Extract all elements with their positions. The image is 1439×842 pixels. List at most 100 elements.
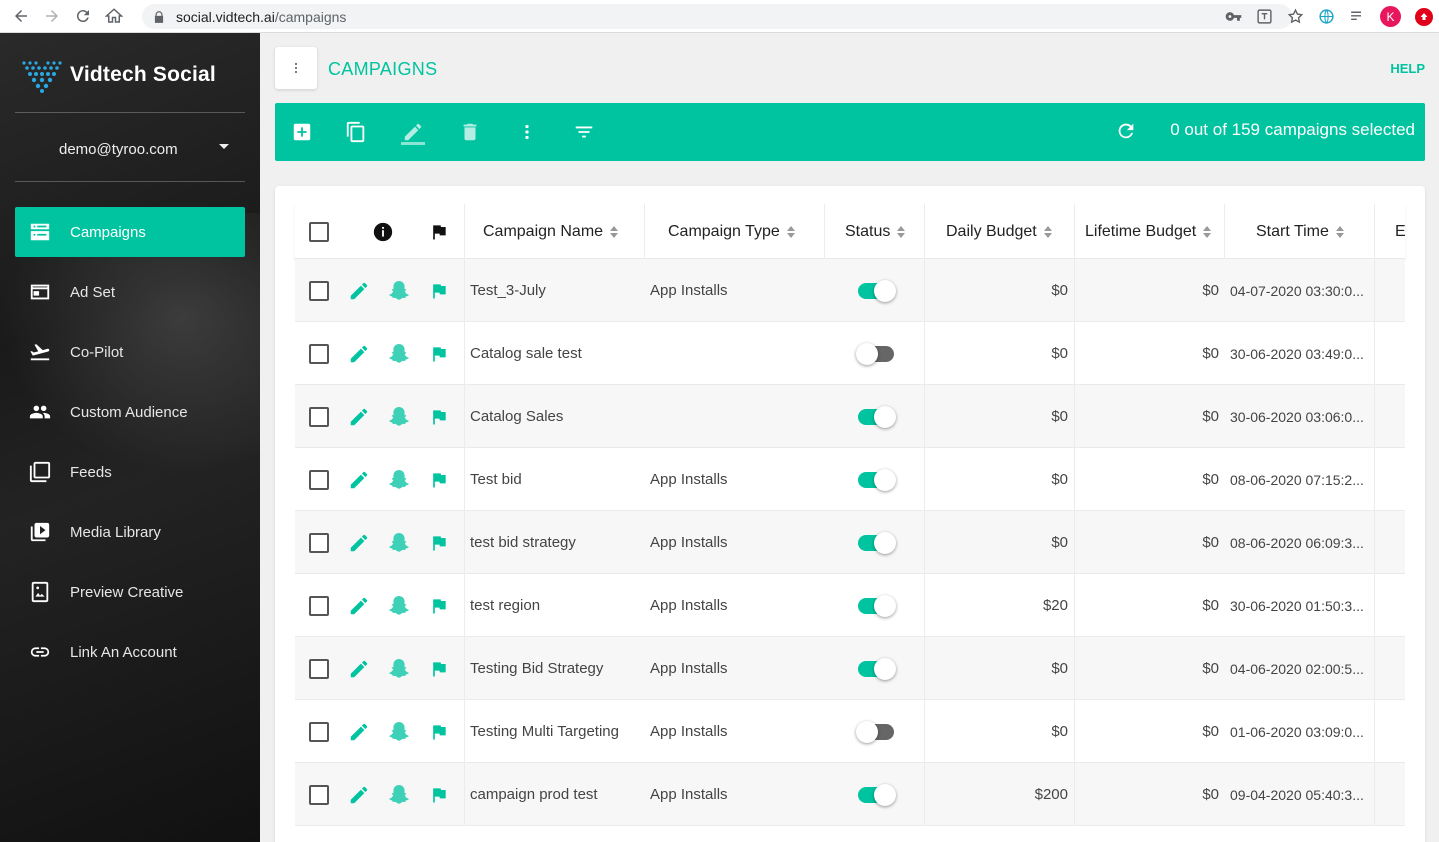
url-text: social.vidtech.ai/campaigns: [176, 8, 347, 25]
row-checkbox[interactable]: [309, 448, 329, 511]
flag-icon[interactable]: [429, 763, 465, 826]
flag-icon[interactable]: [429, 637, 465, 700]
sidebar-item-link-an-account[interactable]: Link An Account: [15, 627, 245, 677]
extension-globe-icon[interactable]: [1318, 8, 1335, 25]
status-toggle[interactable]: [825, 322, 925, 385]
flag-icon[interactable]: [429, 511, 465, 574]
status-toggle[interactable]: [825, 763, 925, 826]
flag-icon[interactable]: [429, 204, 465, 259]
edit-pencil-icon[interactable]: [348, 700, 370, 763]
status-toggle[interactable]: [825, 385, 925, 448]
lifetime-budget-cell: $0: [1202, 660, 1219, 677]
edit-pencil-icon[interactable]: [348, 637, 370, 700]
status-toggle[interactable]: [825, 574, 925, 637]
key-icon[interactable]: [1225, 8, 1242, 25]
column-lifetime-budget[interactable]: Lifetime Budget: [1075, 204, 1225, 259]
brand[interactable]: Vidtech Social: [20, 57, 216, 93]
flag-icon[interactable]: [429, 385, 465, 448]
flag-icon[interactable]: [429, 322, 465, 385]
edit-pencil-icon[interactable]: [348, 259, 370, 322]
help-link[interactable]: HELP: [1390, 61, 1425, 76]
back-icon[interactable]: [11, 6, 31, 26]
flag-icon[interactable]: [429, 448, 465, 511]
column-campaign-type[interactable]: Campaign Type: [645, 204, 825, 259]
flag-icon[interactable]: [429, 259, 465, 322]
sidebar-item-campaigns[interactable]: Campaigns: [15, 207, 245, 257]
status-toggle[interactable]: [825, 448, 925, 511]
sidebar-item-ad-set[interactable]: Ad Set: [15, 267, 245, 317]
campaign-type-cell: App Installs: [650, 660, 728, 677]
status-toggle[interactable]: [825, 511, 925, 574]
caret-down-icon: [219, 144, 229, 149]
campaign-name-cell[interactable]: Testing Bid Strategy: [470, 637, 645, 700]
row-checkbox[interactable]: [309, 511, 329, 574]
add-campaign-button[interactable]: [282, 112, 322, 152]
table-row: test region App Installs $20 $0 30-06-20…: [295, 574, 1405, 637]
sidebar-item-custom-audience[interactable]: Custom Audience: [15, 387, 245, 437]
campaign-name-cell[interactable]: campaign prod test: [470, 763, 645, 826]
campaign-name-cell[interactable]: Testing Multi Targeting: [470, 700, 645, 763]
column-daily-budget[interactable]: Daily Budget: [925, 204, 1075, 259]
column-start-time[interactable]: Start Time: [1225, 204, 1375, 259]
status-toggle[interactable]: [825, 259, 925, 322]
campaign-name-cell[interactable]: test region: [470, 574, 645, 637]
extension-upload-icon[interactable]: [1415, 7, 1433, 26]
refresh-button[interactable]: [1115, 120, 1137, 142]
campaign-name-cell[interactable]: Test bid: [470, 448, 645, 511]
start-time-cell: 08-06-2020 06:09:3...: [1225, 511, 1375, 574]
edit-pencil-icon[interactable]: [348, 448, 370, 511]
flag-icon[interactable]: [429, 574, 465, 637]
delete-button[interactable]: [450, 112, 490, 152]
row-checkbox[interactable]: [309, 322, 329, 385]
campaign-type-cell: [650, 385, 825, 448]
reload-icon[interactable]: [73, 6, 93, 26]
campaign-name-cell[interactable]: Catalog sale test: [470, 322, 645, 385]
sidebar-item-media-library[interactable]: Media Library: [15, 507, 245, 557]
duplicate-button[interactable]: [336, 112, 376, 152]
forward-icon[interactable]: [42, 6, 62, 26]
snapchat-ghost-icon: [387, 574, 411, 637]
column-end-time[interactable]: E: [1375, 204, 1415, 259]
reading-list-icon[interactable]: [1349, 8, 1366, 25]
edit-pencil-icon[interactable]: [348, 385, 370, 448]
profile-avatar[interactable]: K: [1380, 6, 1401, 27]
campaign-name-cell[interactable]: Catalog Sales: [470, 385, 645, 448]
ad-set-icon: [29, 281, 51, 303]
column-status[interactable]: Status: [825, 204, 925, 259]
sidebar-item-feeds[interactable]: Feeds: [15, 447, 245, 497]
home-icon[interactable]: [104, 6, 124, 26]
lifetime-budget-cell: $0: [1202, 408, 1219, 425]
edit-pencil-icon[interactable]: [348, 763, 370, 826]
row-checkbox[interactable]: [309, 259, 329, 322]
column-campaign-name[interactable]: Campaign Name: [465, 204, 645, 259]
edit-pencil-icon[interactable]: [348, 511, 370, 574]
select-all-checkbox[interactable]: [309, 204, 329, 259]
info-icon[interactable]: [372, 204, 394, 259]
address-bar[interactable]: social.vidtech.ai/campaigns: [142, 4, 1292, 29]
sidebar-item-preview-creative[interactable]: Preview Creative: [15, 567, 245, 617]
sidebar-item-label: Ad Set: [70, 283, 116, 301]
status-toggle[interactable]: [825, 637, 925, 700]
edit-pencil-icon[interactable]: [348, 322, 370, 385]
more-options-button[interactable]: [275, 47, 317, 89]
row-checkbox[interactable]: [309, 700, 329, 763]
row-checkbox[interactable]: [309, 574, 329, 637]
status-toggle[interactable]: [825, 700, 925, 763]
row-checkbox[interactable]: [309, 763, 329, 826]
row-checkbox[interactable]: [309, 637, 329, 700]
row-checkbox[interactable]: [309, 385, 329, 448]
lifetime-budget-cell: $0: [1202, 345, 1219, 362]
edit-pencil-icon[interactable]: [348, 574, 370, 637]
campaign-name-cell[interactable]: test bid strategy: [470, 511, 645, 574]
translate-icon[interactable]: [1256, 8, 1273, 25]
edit-button[interactable]: [393, 112, 433, 152]
sidebar-item-co-pilot[interactable]: Co-Pilot: [15, 327, 245, 377]
filter-button[interactable]: [564, 112, 604, 152]
more-actions-button[interactable]: [507, 112, 547, 152]
user-menu[interactable]: demo@tyroo.com: [15, 129, 245, 169]
star-icon[interactable]: [1287, 8, 1304, 25]
campaign-name-cell[interactable]: Test_3-July: [470, 259, 645, 322]
flag-icon[interactable]: [429, 700, 465, 763]
sort-icon: [610, 225, 619, 238]
campaigns-table: Campaign Name Campaign Type Status Daily…: [275, 186, 1425, 842]
